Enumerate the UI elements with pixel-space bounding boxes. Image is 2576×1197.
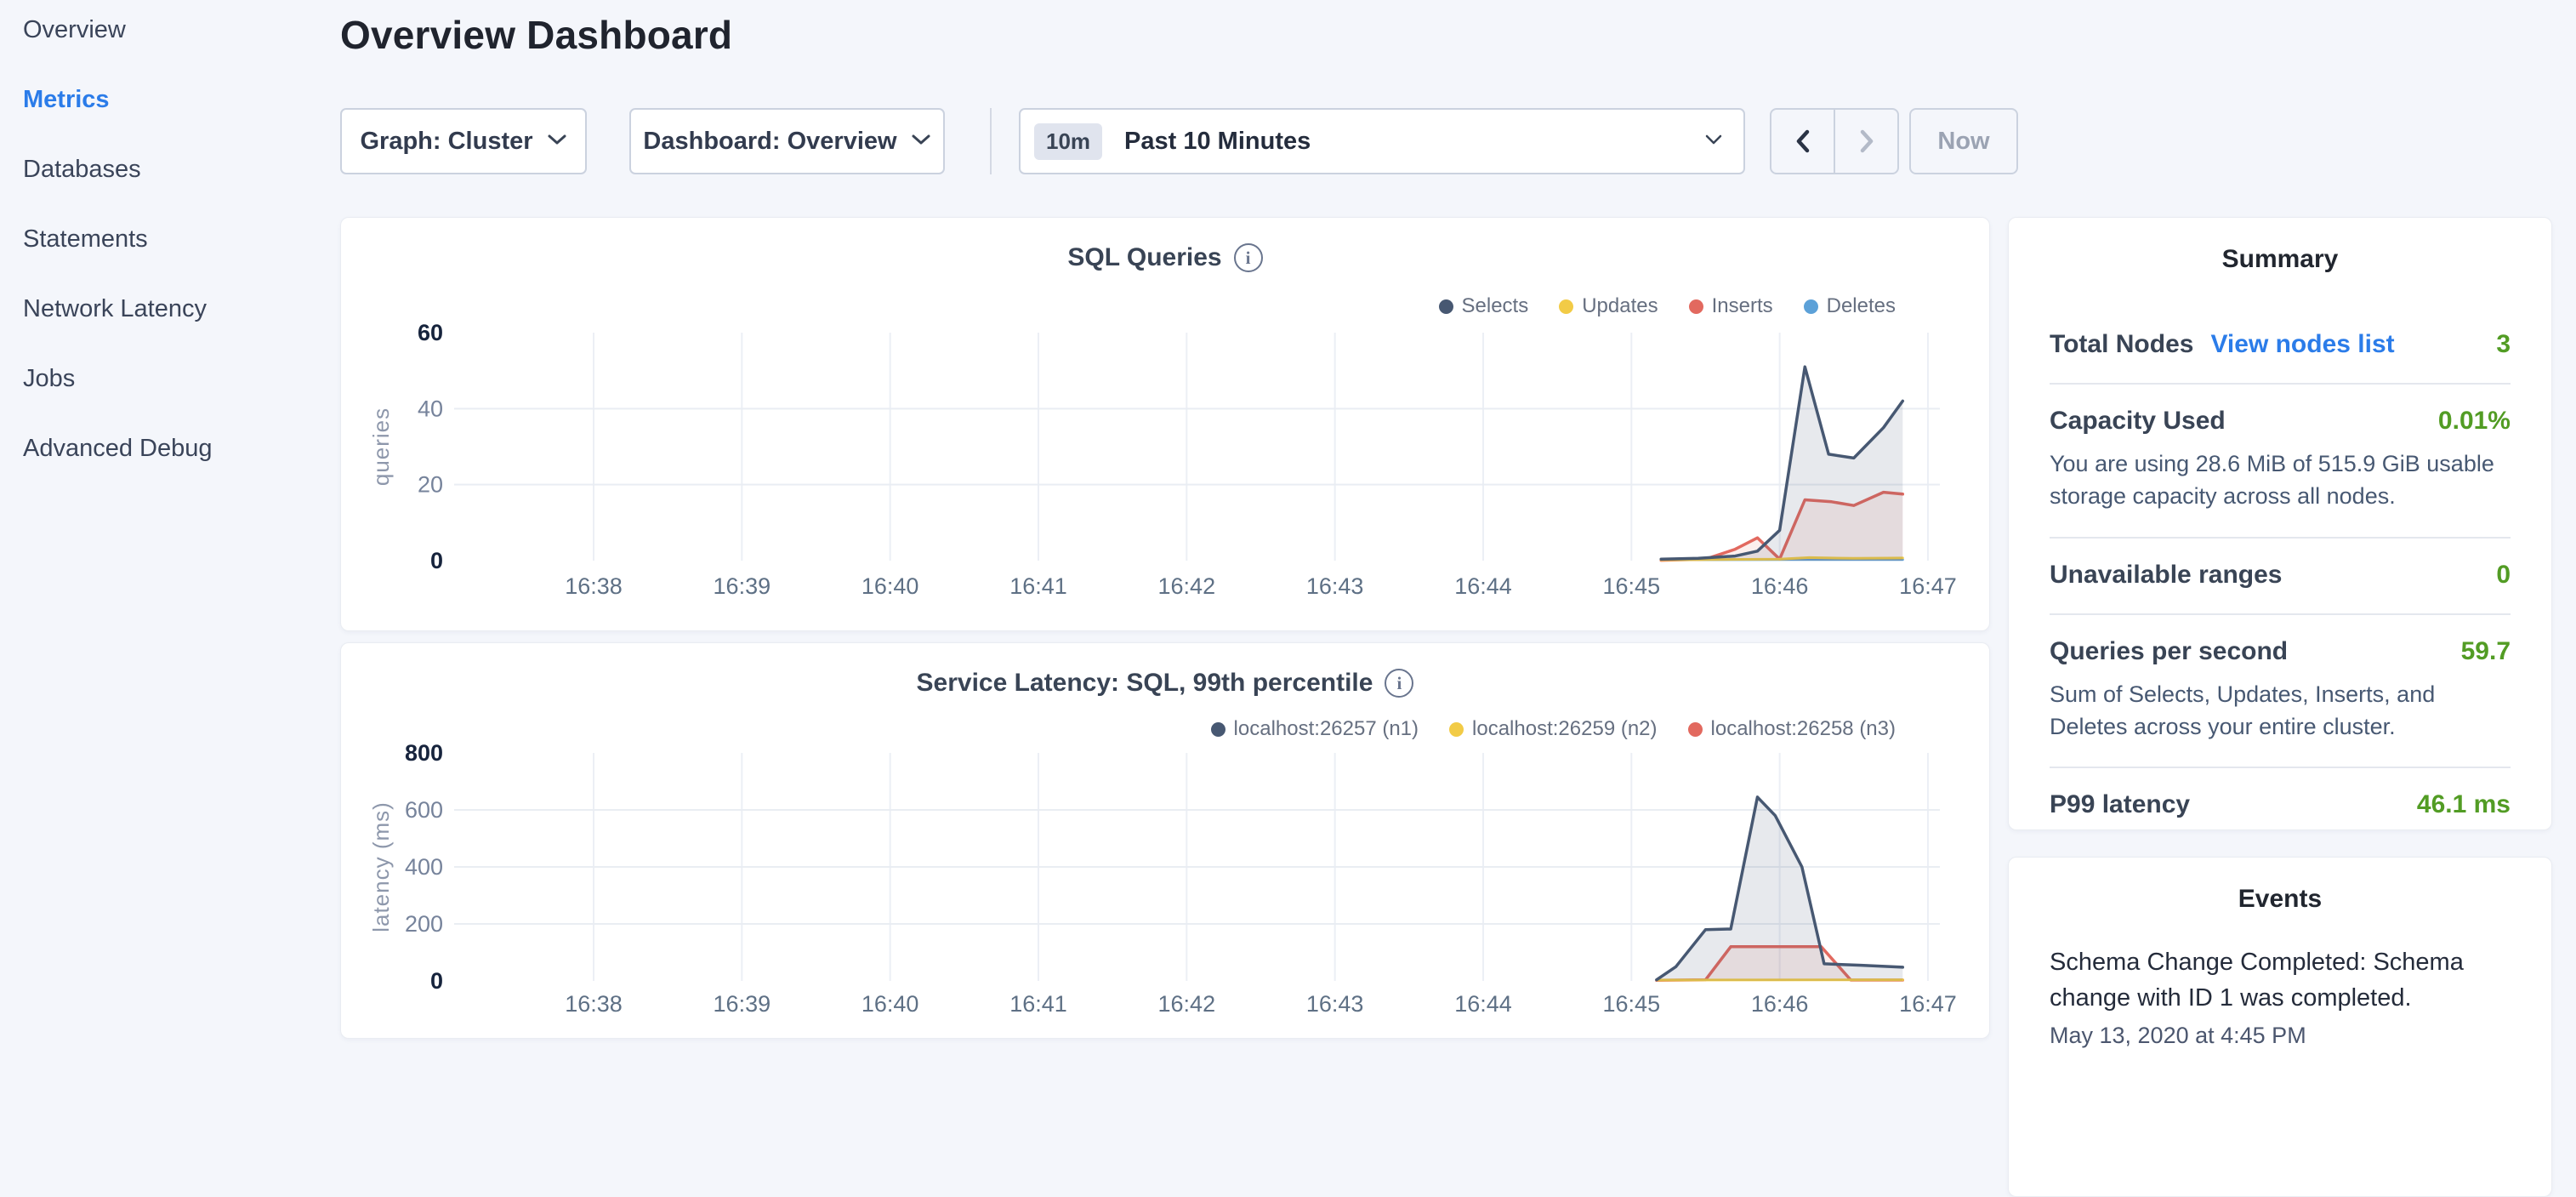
summary-row: P99 latency 46.1 ms: [2050, 767, 2511, 843]
summary-row: Capacity Used 0.01% You are using 28.6 MiB…: [2050, 383, 2511, 537]
dashboard-dropdown-label: Dashboard: Overview: [643, 128, 896, 156]
controls-divider: [990, 108, 992, 174]
svg-text:16:47: 16:47: [1899, 991, 1957, 1017]
time-back-button[interactable]: [1771, 110, 1835, 173]
svg-text:16:40: 16:40: [862, 991, 919, 1017]
overview-dashboard-page: { "sidebar": { "items": [ {"label": "Ove…: [0, 0, 2576, 1052]
summary-row-label: P99 latency: [2050, 790, 2190, 819]
summary-title: Summary: [2050, 218, 2511, 274]
chevron-down-icon: [1704, 134, 1723, 150]
service-latency-chart-card: Service Latency: SQL, 99th percentile i …: [340, 642, 1990, 1039]
sidebar-item-advanced-debug[interactable]: Advanced Debug: [23, 436, 329, 461]
svg-text:16:43: 16:43: [1306, 573, 1364, 599]
svg-text:800: 800: [405, 740, 443, 766]
svg-text:16:39: 16:39: [714, 991, 771, 1017]
chevron-down-icon: [547, 134, 567, 150]
chevron-right-icon: [1857, 128, 1877, 154]
summary-row-label: Capacity Used: [2050, 407, 2226, 436]
svg-text:16:38: 16:38: [565, 573, 623, 599]
summary-row-subtext: You are using 28.6 MiB of 515.9 GiB usab…: [2050, 447, 2511, 513]
sidebar-item-statements[interactable]: Statements: [23, 226, 329, 252]
sidebar-item-network-latency[interactable]: Network Latency: [23, 296, 329, 322]
summary-row-value: 0.01%: [2438, 407, 2511, 436]
summary-row-subtext: Sum of Selects, Updates, Inserts, and De…: [2050, 678, 2511, 744]
summary-row: Total Nodes View nodes list 3: [2050, 308, 2511, 383]
time-range-label: Past 10 Minutes: [1124, 128, 1311, 156]
now-button[interactable]: Now: [1909, 108, 2018, 174]
svg-text:latency (ms): latency (ms): [368, 801, 394, 932]
svg-text:16:44: 16:44: [1454, 991, 1512, 1017]
dashboard-dropdown[interactable]: Dashboard: Overview: [629, 108, 945, 174]
sidebar-item-overview[interactable]: Overview: [23, 17, 329, 43]
sql-queries-chart: 16:38 16:39 16:40 16:41 16:42 16:43 16:44 16:45…: [341, 218, 1991, 632]
summary-row-label: Queries per second: [2050, 637, 2288, 666]
svg-text:60: 60: [418, 320, 443, 345]
summary-row-label: Total Nodes: [2050, 330, 2193, 359]
time-range-badge: 10m: [1034, 123, 1102, 160]
svg-text:16:38: 16:38: [565, 991, 623, 1017]
time-forward-button[interactable]: [1835, 110, 1897, 173]
svg-text:16:44: 16:44: [1454, 573, 1512, 599]
svg-text:400: 400: [405, 854, 443, 880]
svg-text:16:46: 16:46: [1751, 991, 1809, 1017]
svg-text:0: 0: [430, 548, 443, 573]
summary-row: Queries per second 59.7 Sum of Selects, Up…: [2050, 613, 2511, 767]
sidebar-item-metrics[interactable]: Metrics: [23, 87, 329, 112]
svg-text:16:40: 16:40: [862, 573, 919, 599]
event-text: Schema Change Completed: Schema change w…: [2050, 944, 2511, 1016]
svg-text:40: 40: [418, 396, 443, 421]
graph-dropdown[interactable]: Graph: Cluster: [340, 108, 587, 174]
svg-text:16:41: 16:41: [1009, 991, 1067, 1017]
events-title: Events: [2050, 858, 2511, 914]
view-nodes-list-link[interactable]: View nodes list: [2210, 330, 2394, 359]
summary-row-value: 59.7: [2461, 637, 2511, 666]
sql-queries-chart-card: SQL Queries i SelectsUpdatesInsertsDelet…: [340, 217, 1990, 631]
svg-text:16:42: 16:42: [1158, 573, 1216, 599]
summary-row-value: 0: [2496, 561, 2511, 590]
svg-text:16:42: 16:42: [1158, 991, 1216, 1017]
time-range-selector[interactable]: 10m Past 10 Minutes: [1019, 108, 1745, 174]
summary-panel: Summary Total Nodes View nodes list 3 Capac…: [2008, 217, 2552, 830]
page-title: Overview Dashboard: [340, 12, 732, 58]
svg-text:16:41: 16:41: [1009, 573, 1067, 599]
graph-dropdown-label: Graph: Cluster: [360, 128, 532, 156]
summary-row-value: 3: [2496, 330, 2511, 359]
event-timestamp: May 13, 2020 at 4:45 PM: [2050, 1023, 2511, 1049]
time-step-buttons: [1770, 108, 1899, 174]
svg-text:16:47: 16:47: [1899, 573, 1957, 599]
summary-row: Unavailable ranges 0: [2050, 537, 2511, 613]
svg-text:20: 20: [418, 472, 443, 498]
sidebar-nav: Overview Metrics Databases Statements Networ…: [23, 17, 329, 505]
svg-text:200: 200: [405, 911, 443, 937]
svg-text:600: 600: [405, 797, 443, 823]
sidebar-item-jobs[interactable]: Jobs: [23, 366, 329, 391]
service-latency-chart: 16:38 16:39 16:40 16:41 16:42 16:43 16:44 16:45…: [341, 643, 1991, 1040]
svg-text:16:45: 16:45: [1603, 573, 1661, 599]
svg-text:queries: queries: [368, 408, 394, 486]
svg-text:16:43: 16:43: [1306, 991, 1364, 1017]
event-item[interactable]: Schema Change Completed: Schema change w…: [2050, 944, 2511, 1049]
svg-text:16:45: 16:45: [1603, 991, 1661, 1017]
summary-row-label: Unavailable ranges: [2050, 561, 2282, 590]
events-panel: Events Schema Change Completed: Schema c…: [2008, 857, 2552, 1197]
svg-text:16:46: 16:46: [1751, 573, 1809, 599]
chevron-down-icon: [911, 134, 931, 150]
sidebar-item-databases[interactable]: Databases: [23, 157, 329, 182]
summary-row-value: 46.1 ms: [2417, 790, 2511, 819]
chevron-left-icon: [1793, 128, 1813, 154]
svg-text:0: 0: [430, 968, 443, 994]
svg-text:16:39: 16:39: [714, 573, 771, 599]
